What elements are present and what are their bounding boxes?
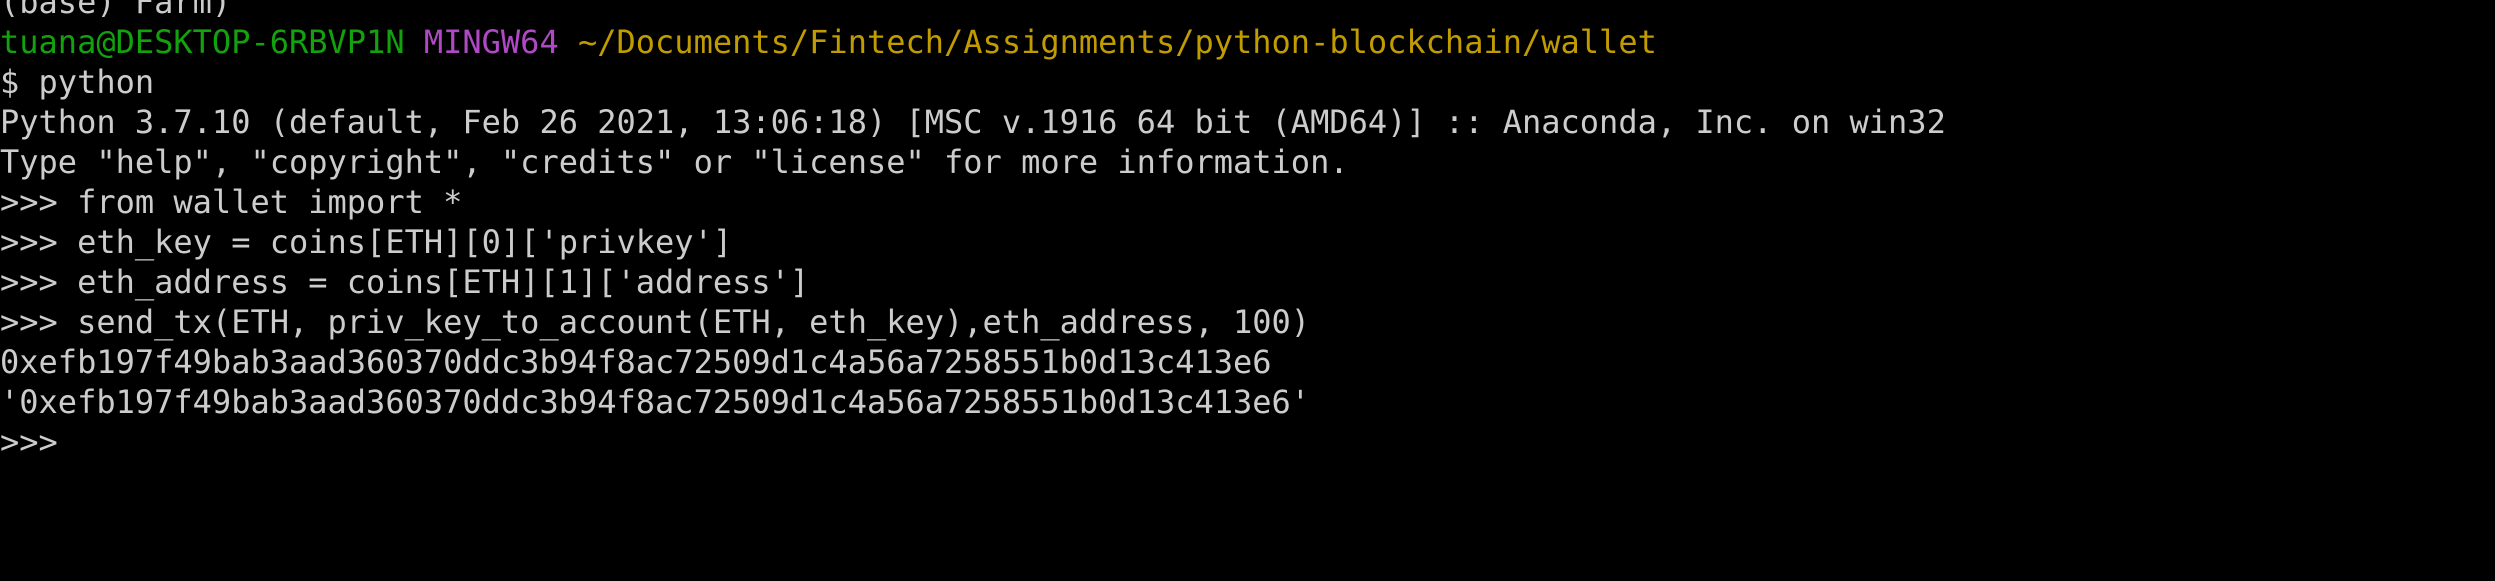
prompt-user-host: tuana@DESKTOP-6RBVP1N (0, 23, 405, 61)
python-help-banner: Type "help", "copyright", "credits" or "… (0, 143, 1349, 181)
tx-hash-output: 0xefb197f49bab3aad360370ddc3b94f8ac72509… (0, 343, 1272, 381)
text-cursor (58, 425, 76, 459)
command-python: $ python (0, 63, 155, 101)
repl-eth-address-line: >>> eth_address = coins[ETH][1]['address… (0, 263, 810, 301)
repl-active-prompt[interactable]: >>> (0, 422, 1946, 462)
repl-eth-key-line: >>> eth_key = coins[ETH][0]['privkey'] (0, 223, 733, 261)
terminal-output: (base) Farm) tuana@DESKTOP-6RBVP1N MINGW… (0, 0, 1946, 462)
prompt-path: ~/Documents/Fintech/Assignments/python-b… (577, 23, 1657, 61)
repl-import-line: >>> from wallet import * (0, 183, 463, 221)
clipped-previous-line: (base) Farm) (0, 0, 232, 21)
repl-prompt-marker: >>> (0, 423, 58, 461)
terminal-window[interactable]: (base) Farm) tuana@DESKTOP-6RBVP1N MINGW… (0, 0, 2495, 581)
repl-send-tx-line: >>> send_tx(ETH, priv_key_to_account(ETH… (0, 303, 1311, 341)
shell-prompt: tuana@DESKTOP-6RBVP1N MINGW64 ~/Document… (0, 22, 1946, 62)
tx-hash-return-value: '0xefb197f49bab3aad360370ddc3b94f8ac7250… (0, 383, 1311, 421)
prompt-shell-name: MINGW64 (423, 23, 559, 61)
python-version-banner: Python 3.7.10 (default, Feb 26 2021, 13:… (0, 103, 1946, 141)
